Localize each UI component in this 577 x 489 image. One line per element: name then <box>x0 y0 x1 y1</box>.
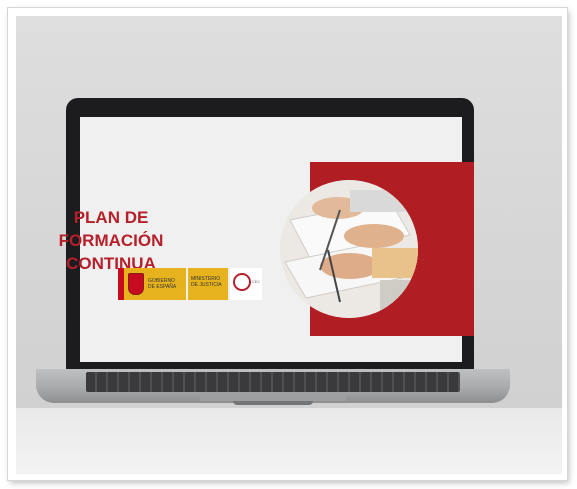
writing-hands-illustration <box>280 180 418 318</box>
slide-title-line1: PLAN DE FORMACIÓN <box>58 208 164 250</box>
spain-coat-of-arms-icon <box>128 273 144 295</box>
cej-ring-icon <box>233 273 251 291</box>
desk-surface <box>16 408 562 474</box>
writing-hands-photo <box>280 180 418 318</box>
laptop-trackpad <box>200 393 346 401</box>
cej-logo-text: CEJ <box>252 279 260 284</box>
laptop-hinge-notch <box>233 401 313 405</box>
institution-logos: GOBIERNO DE ESPAÑA MINISTERIO DE JUSTICI… <box>118 268 262 300</box>
cej-logo: CEJ <box>230 268 262 300</box>
laptop-keyboard <box>86 372 460 392</box>
government-logo-text: GOBIERNO DE ESPAÑA <box>148 278 177 290</box>
slide-title: PLAN DE FORMACIÓN CONTINUA <box>20 206 202 275</box>
government-of-spain-logo: GOBIERNO DE ESPAÑA <box>118 268 186 300</box>
flag-stripe <box>118 268 124 300</box>
ministry-of-justice-logo: MINISTERIO DE JUSTICIA <box>188 268 228 300</box>
